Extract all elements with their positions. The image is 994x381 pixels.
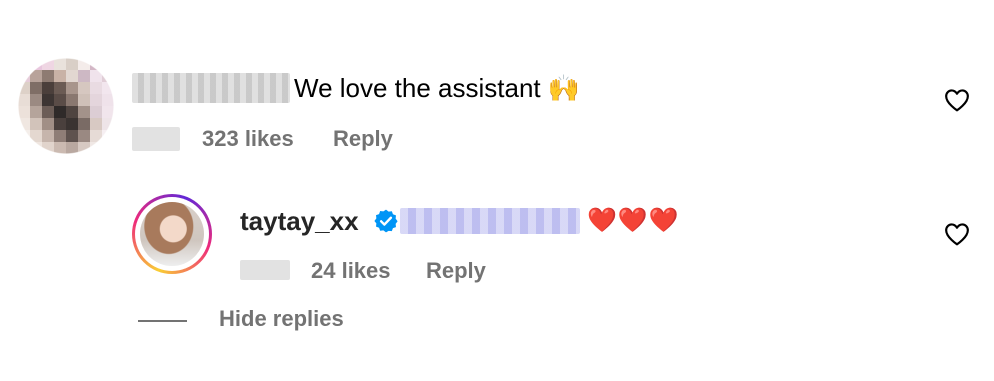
avatar-pixel [54,118,66,130]
avatar-ring-gap [135,197,209,271]
avatar-pixel [42,142,54,154]
avatar-pixel [78,70,90,82]
avatar-pixel [30,142,42,154]
comment-reply-button[interactable]: Reply [333,126,393,152]
avatar-pixel [42,118,54,130]
avatar-pixel [66,142,78,154]
heart-outline-icon[interactable] [944,222,970,246]
avatar-pixel [90,130,102,142]
comment-timestamp-redacted[interactable] [132,127,180,151]
commenter-username-redacted[interactable] [132,73,290,103]
mention-redacted[interactable] [400,208,580,234]
avatar-pixel [54,70,66,82]
avatar-pixel [102,118,114,130]
heart-outline-icon[interactable] [944,88,970,112]
reply-timestamp-redacted[interactable] [240,260,290,280]
avatar-pixel [66,94,78,106]
avatar-pixel [30,82,42,94]
avatar-pixel [102,58,114,70]
reply-likes-count[interactable]: 24 likes [311,258,391,284]
avatar-pixel [102,130,114,142]
avatar-pixel [66,82,78,94]
avatar-pixel [54,130,66,142]
avatar-pixel [42,82,54,94]
avatar-pixel [78,118,90,130]
reply-text: ❤️❤️❤️ [587,207,680,234]
avatar-pixel [30,70,42,82]
avatar-pixel [54,58,66,70]
verified-badge-icon [374,209,398,233]
avatar-pixel [18,106,30,118]
avatar-pixel [102,94,114,106]
avatar-pixel [42,106,54,118]
raised-hands-emoji: 🙌 [547,73,581,103]
comment-thread: We love the assistant 🙌 323 likes Reply … [0,0,994,381]
avatar-pixel [102,142,114,154]
avatar-pixel [18,58,30,70]
avatar-pixel [102,82,114,94]
avatar-pixel [42,130,54,142]
avatar-pixel [78,82,90,94]
avatar-pixel [90,58,102,70]
avatar-pixel [78,106,90,118]
comment-likes-count[interactable]: 323 likes [202,126,294,152]
comment-text: We love the assistant 🙌 [294,73,580,103]
avatar-pixel [42,58,54,70]
avatar-pixel [78,94,90,106]
avatar-pixel [18,130,30,142]
avatar-pixel [78,142,90,154]
avatar-pixel [90,142,102,154]
avatar-pixel [102,70,114,82]
avatar-pixel [78,130,90,142]
avatar-pixel [42,70,54,82]
avatar-pixel [90,82,102,94]
avatar-pixel [42,94,54,106]
avatar-pixel [66,58,78,70]
avatar-pixel [54,82,66,94]
avatar-pixel [78,58,90,70]
avatar-pixel [54,94,66,106]
avatar-pixel [102,106,114,118]
avatar-pixel [30,130,42,142]
avatar-pixel [18,82,30,94]
hide-replies-button[interactable]: Hide replies [219,306,344,332]
avatar-pixel [54,106,66,118]
reply-avatar[interactable] [132,194,212,274]
avatar-pixel [30,94,42,106]
avatar-pixel [66,130,78,142]
avatar-pixel [90,94,102,106]
avatar-pixel [90,70,102,82]
avatar-pixel [90,118,102,130]
reply-reply-button[interactable]: Reply [426,258,486,284]
avatar-pixel [18,94,30,106]
avatar-pixel [90,106,102,118]
commenter-avatar[interactable] [18,58,114,154]
avatar-pixel [30,118,42,130]
avatar-pixel [18,70,30,82]
avatar-pixel [66,70,78,82]
avatar-pixel [18,118,30,130]
avatar-photo [140,202,204,266]
avatar-pixel [30,58,42,70]
avatar-pixel [30,106,42,118]
hide-replies-divider [138,320,187,322]
avatar-pixel [54,142,66,154]
avatar-pixel [66,106,78,118]
reply-username[interactable]: taytay_xx [240,206,359,237]
avatar-pixel [18,142,30,154]
avatar-pixel [66,118,78,130]
comment-body: We love the assistant [294,73,541,103]
